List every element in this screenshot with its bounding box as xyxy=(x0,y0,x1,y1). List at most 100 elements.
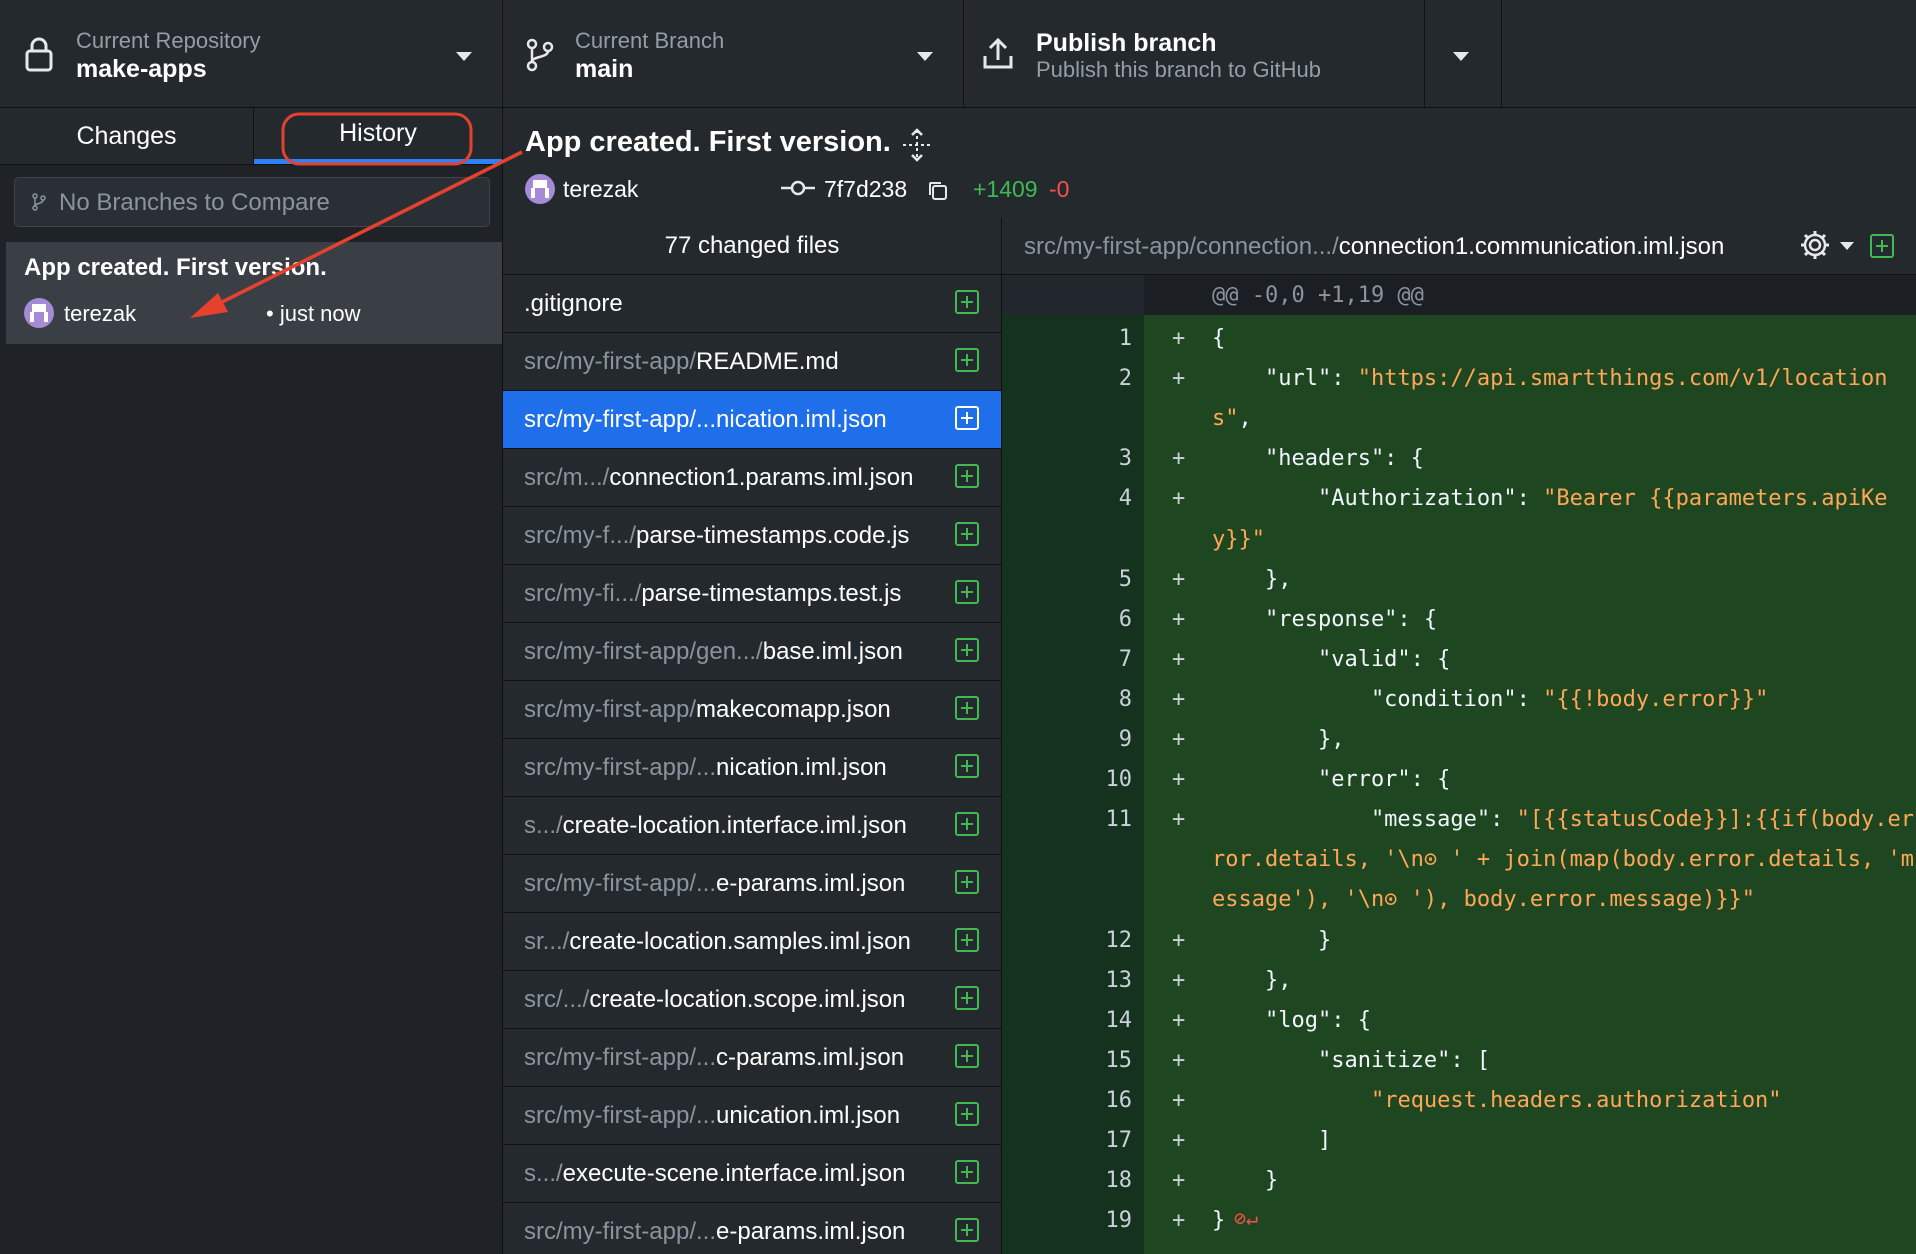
file-list-item[interactable]: src/my-first-app/makecomapp.json xyxy=(503,681,1001,739)
line-number: 15 xyxy=(1105,1047,1133,1073)
file-dir: src/my-first-app/... xyxy=(524,1044,717,1071)
line-number: 8 xyxy=(1118,686,1132,712)
line-number: 18 xyxy=(1105,1168,1133,1194)
file-list-item[interactable]: src/my-first-app/...e-params.iml.json xyxy=(503,855,1001,913)
toolbar: Current Repository make-apps Current Bra… xyxy=(0,0,1916,108)
file-name: execute-scene.interface.iml.json xyxy=(562,1160,906,1187)
line-added-marker: + xyxy=(1172,767,1186,793)
code-line: "headers": { xyxy=(1212,446,1424,471)
branch-name: main xyxy=(575,55,634,83)
line-added-marker: + xyxy=(1172,446,1186,472)
code-token: "url": xyxy=(1212,366,1358,392)
file-dir: sr.../ xyxy=(524,928,570,955)
code-token: } xyxy=(1212,1168,1279,1194)
file-added-icon xyxy=(955,464,979,488)
code-string: s" xyxy=(1212,406,1239,432)
gear-icon[interactable] xyxy=(1798,228,1832,262)
file-added-icon xyxy=(955,1102,979,1126)
publish-branch-button[interactable]: Publish branch Publish this branch to Gi… xyxy=(964,0,1425,107)
code-line: essage'), '\n⊙ '), body.error.message)}}… xyxy=(1212,887,1755,912)
publish-title: Publish branch xyxy=(1036,29,1217,57)
file-list-item[interactable]: src/my-first-app/...e-params.iml.json xyxy=(503,1203,1001,1254)
code-line: s", xyxy=(1212,406,1252,431)
code-line: } xyxy=(1212,928,1331,953)
line-number: 3 xyxy=(1118,446,1132,472)
commit-list-author: terezak xyxy=(64,301,137,326)
file-list-item[interactable]: .gitignore xyxy=(503,275,1001,333)
file-path: src/my-first-app/gen.../base.iml.json xyxy=(524,638,903,666)
code-token: "valid": { xyxy=(1212,646,1451,672)
file-list-item[interactable]: src/my-f.../parse-timestamps.code.js xyxy=(503,507,1001,565)
expand-icon[interactable] xyxy=(901,128,933,162)
file-added-icon xyxy=(955,812,979,836)
line-number: 5 xyxy=(1118,566,1132,592)
commit-icon xyxy=(781,180,815,196)
branch-icon xyxy=(526,38,554,72)
code-line: "valid": { xyxy=(1212,647,1450,672)
file-path: src/my-first-app/README.md xyxy=(524,348,839,376)
code-line: }, xyxy=(1212,727,1345,752)
file-dir: src/my-fi.../ xyxy=(524,580,642,607)
file-path: s.../create-location.interface.iml.json xyxy=(524,812,907,840)
file-list-item[interactable]: s.../execute-scene.interface.iml.json xyxy=(503,1145,1001,1203)
tab-changes[interactable]: Changes xyxy=(0,108,254,164)
file-dir: src/my-first-app/... xyxy=(524,406,717,433)
file-list-item[interactable]: src/my-fi.../parse-timestamps.test.js xyxy=(503,565,1001,623)
line-added-marker: + xyxy=(1172,1168,1186,1194)
code-line: }, xyxy=(1212,567,1292,592)
line-number: 2 xyxy=(1118,366,1132,392)
file-list-item[interactable]: src/my-first-app/...c-params.iml.json xyxy=(503,1029,1001,1087)
file-path: src/my-first-app/...c-params.iml.json xyxy=(524,1044,904,1072)
commit-sha: 7f7d238 xyxy=(824,176,908,202)
line-added-marker: + xyxy=(1172,1007,1186,1033)
file-added-icon xyxy=(955,870,979,894)
code-line: } xyxy=(1212,1168,1278,1193)
file-list-item[interactable]: src/my-first-app/README.md xyxy=(503,333,1001,391)
branch-selector[interactable]: Current Branch main xyxy=(503,0,964,107)
chevron-down-icon[interactable] xyxy=(1840,242,1854,250)
file-list-item[interactable]: src/my-first-app/...nication.iml.json xyxy=(503,739,1001,797)
publish-options-button[interactable] xyxy=(1425,0,1502,107)
file-list-item[interactable]: s.../create-location.interface.iml.json xyxy=(503,797,1001,855)
commit-list-item[interactable]: App created. First version. terezak • ju… xyxy=(6,242,502,344)
file-list-item[interactable]: src/.../create-location.scope.iml.json xyxy=(503,971,1001,1029)
copy-icon[interactable] xyxy=(927,180,949,202)
file-path: src/m.../connection1.params.iml.json xyxy=(524,464,913,492)
line-added-marker: + xyxy=(1172,686,1186,712)
file-list-item[interactable]: src/my-first-app/...nication.iml.json xyxy=(503,391,1001,449)
file-added-icon xyxy=(955,290,979,314)
repository-label: Current Repository xyxy=(76,28,261,53)
file-path: sr.../create-location.samples.iml.json xyxy=(524,928,911,956)
repository-selector[interactable]: Current Repository make-apps xyxy=(0,0,503,107)
code-line: "request.headers.authorization" xyxy=(1212,1088,1782,1113)
file-dir: src/.../ xyxy=(524,986,590,1013)
diff-file-name: connection1.communication.iml.json xyxy=(1338,233,1725,260)
file-list-item[interactable]: src/m.../connection1.params.iml.json xyxy=(503,449,1001,507)
commit-summary-header: App created. First version. terezak 7f7d… xyxy=(503,108,1916,219)
branch-compare-input[interactable]: No Branches to Compare xyxy=(14,177,490,227)
file-dir: src/my-first-app/... xyxy=(524,1102,717,1129)
lock-icon xyxy=(25,37,53,72)
file-path: src/my-f.../parse-timestamps.code.js xyxy=(524,522,909,550)
file-list-item[interactable]: sr.../create-location.samples.iml.json xyxy=(503,913,1001,971)
file-path: s.../execute-scene.interface.iml.json xyxy=(524,1160,906,1188)
code-token: , xyxy=(1238,406,1252,432)
code-token: "log": { xyxy=(1212,1007,1371,1033)
file-list-item[interactable]: src/my-first-app/...unication.iml.json xyxy=(503,1087,1001,1145)
file-added-icon xyxy=(955,1044,979,1068)
file-list-item[interactable]: src/my-first-app/gen.../base.iml.json xyxy=(503,623,1001,681)
code-line: "url": "https://api.smartthings.com/v1/l… xyxy=(1212,366,1888,391)
line-added-marker: + xyxy=(1172,606,1186,632)
file-name: create-location.scope.iml.json xyxy=(589,986,906,1013)
diff-hunk-header: @@ -0,0 +1,19 @@ xyxy=(1002,275,1916,315)
add-icon[interactable] xyxy=(1870,234,1894,258)
line-number: 6 xyxy=(1118,606,1132,632)
file-added-icon xyxy=(955,522,979,546)
commit-title: App created. First version. xyxy=(525,126,891,158)
line-added-marker: + xyxy=(1172,486,1186,512)
file-name: base.iml.json xyxy=(762,638,903,665)
file-dir: src/my-first-app/gen.../ xyxy=(524,638,763,665)
chevron-down-icon xyxy=(917,52,933,61)
tab-history[interactable]: History xyxy=(254,108,502,164)
line-added-marker: + xyxy=(1172,727,1186,752)
